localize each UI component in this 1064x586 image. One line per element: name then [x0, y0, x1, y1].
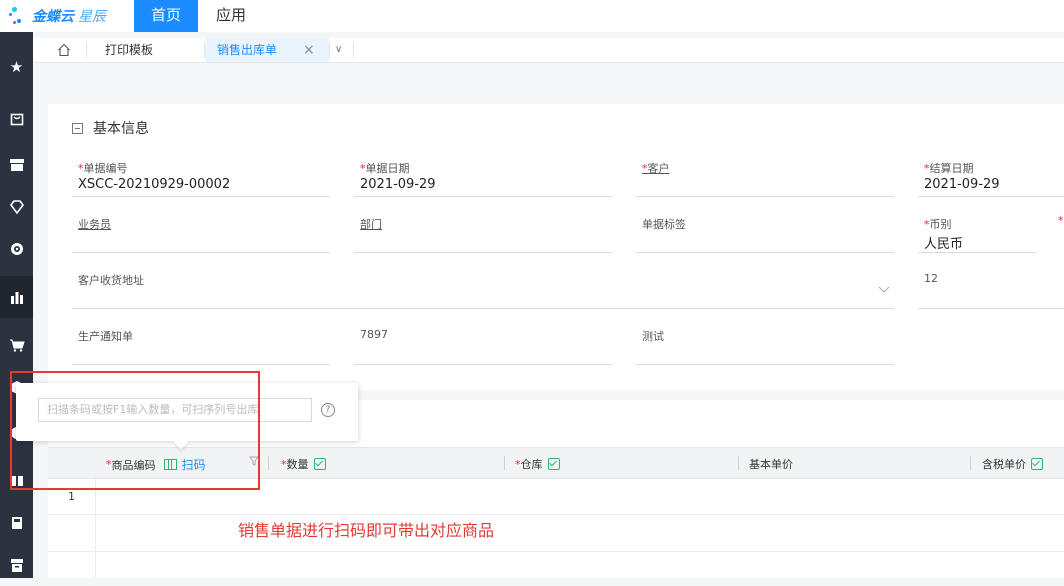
brand-suffix: 星辰 [78, 9, 106, 25]
section-title: 基本信息 [93, 121, 149, 137]
tab-sales-outbound-label: 销售出库单 [217, 43, 278, 57]
test-field[interactable]: 测试 [636, 324, 894, 365]
address-field[interactable]: 客户收货地址 [72, 268, 894, 309]
notice-field[interactable]: 生产通知单 [72, 324, 330, 365]
help-icon[interactable]: ? [321, 403, 335, 417]
nav-home[interactable]: 首页 [134, 0, 198, 32]
settle-date-label: *结算日期 [924, 162, 974, 175]
check-icon[interactable] [313, 458, 326, 470]
settle-date-field[interactable]: *结算日期 2021-09-29 [918, 156, 1064, 197]
brand-logo[interactable]: 金蝶云 星辰 [8, 4, 106, 28]
bill-date-field[interactable]: *单据日期 2021-09-29 [354, 156, 612, 197]
dept-field[interactable]: 部门 [354, 212, 612, 253]
col-base-price[interactable]: 基本单价 [749, 456, 793, 472]
number-value: 12 [924, 272, 938, 285]
bill-no-value: XSCC-20210929-00002 [78, 177, 231, 192]
notice-label: 生产通知单 [78, 330, 133, 343]
col-tax-price[interactable]: 含税单价 [982, 456, 1043, 472]
col-separator [268, 456, 269, 470]
salesman-label: 业务员 [78, 218, 111, 231]
required-mark: * [1058, 214, 1064, 227]
target-icon[interactable] [0, 228, 33, 270]
custom-value-7897: 7897 [360, 328, 388, 341]
customer-field[interactable]: *客户 [636, 156, 894, 197]
tag-field[interactable]: 单据标签 [636, 212, 894, 253]
brand-name: 金蝶云 [32, 9, 74, 25]
test-label: 测试 [642, 330, 664, 343]
col-separator [504, 456, 505, 470]
star-icon[interactable]: ★ [0, 46, 33, 88]
row-divider [48, 551, 1064, 552]
logo-dots-icon [8, 5, 30, 27]
diamond-icon[interactable] [0, 186, 33, 228]
close-icon[interactable]: × [303, 38, 315, 62]
tab-sales-outbound[interactable]: 销售出库单 × [205, 38, 329, 62]
annotation-text: 销售单据进行扫码即可带出对应商品 [238, 521, 495, 540]
bill-no-label: *单据编号 [78, 162, 128, 175]
tab-bar: 打印模板 销售出库单 × ∨ [33, 38, 1064, 63]
col-qty[interactable]: * 数量 [281, 456, 326, 472]
number-field[interactable]: 12 [918, 268, 1064, 309]
bag-icon[interactable] [0, 98, 33, 140]
row-number-column [95, 477, 96, 578]
address-label: 客户收货地址 [78, 274, 144, 287]
customer-label: *客户 [642, 162, 670, 175]
archive-icon[interactable] [0, 544, 33, 586]
custom-field-7897[interactable]: 7897 [354, 324, 612, 365]
currency-label: *币别 [924, 218, 952, 231]
currency-field[interactable]: *币别 人民币 [918, 212, 1036, 253]
highlight-box [10, 371, 260, 490]
row-divider [48, 514, 1064, 515]
sidebar: ★ [0, 32, 33, 578]
chevron-down-icon[interactable]: ∨ [335, 38, 342, 62]
col-separator [738, 456, 739, 470]
store-icon[interactable] [0, 144, 33, 186]
tab-separator [353, 42, 354, 58]
dept-label: 部门 [360, 218, 382, 231]
top-bar: 金蝶云 星辰 首页 应用 [0, 0, 1064, 32]
collapse-icon[interactable] [72, 122, 83, 134]
tab-separator [86, 42, 87, 58]
tab-print-template[interactable]: 打印模板 [105, 38, 153, 62]
calculator-icon[interactable] [0, 502, 33, 544]
chevron-down-icon[interactable] [878, 286, 890, 297]
row-number: 1 [68, 490, 75, 503]
check-icon[interactable] [1031, 458, 1043, 470]
nav-app[interactable]: 应用 [216, 0, 246, 32]
bill-date-value: 2021-09-29 [360, 177, 436, 192]
tab-separator [329, 42, 330, 58]
chart-icon[interactable] [0, 276, 33, 318]
home-icon[interactable] [53, 38, 75, 62]
col-warehouse[interactable]: * 仓库 [515, 456, 560, 472]
bill-no-field[interactable]: *单据编号 XSCC-20210929-00002 [72, 156, 330, 197]
salesman-field[interactable]: 业务员 [72, 212, 330, 253]
check-icon[interactable] [547, 458, 560, 470]
bill-date-label: *单据日期 [360, 162, 410, 175]
section-header[interactable]: 基本信息 [72, 118, 149, 138]
currency-value: 人民币 [924, 237, 964, 252]
tag-label: 单据标签 [642, 218, 686, 231]
cart-icon[interactable] [0, 324, 33, 366]
settle-date-value: 2021-09-29 [924, 177, 1000, 192]
col-separator [970, 456, 971, 470]
